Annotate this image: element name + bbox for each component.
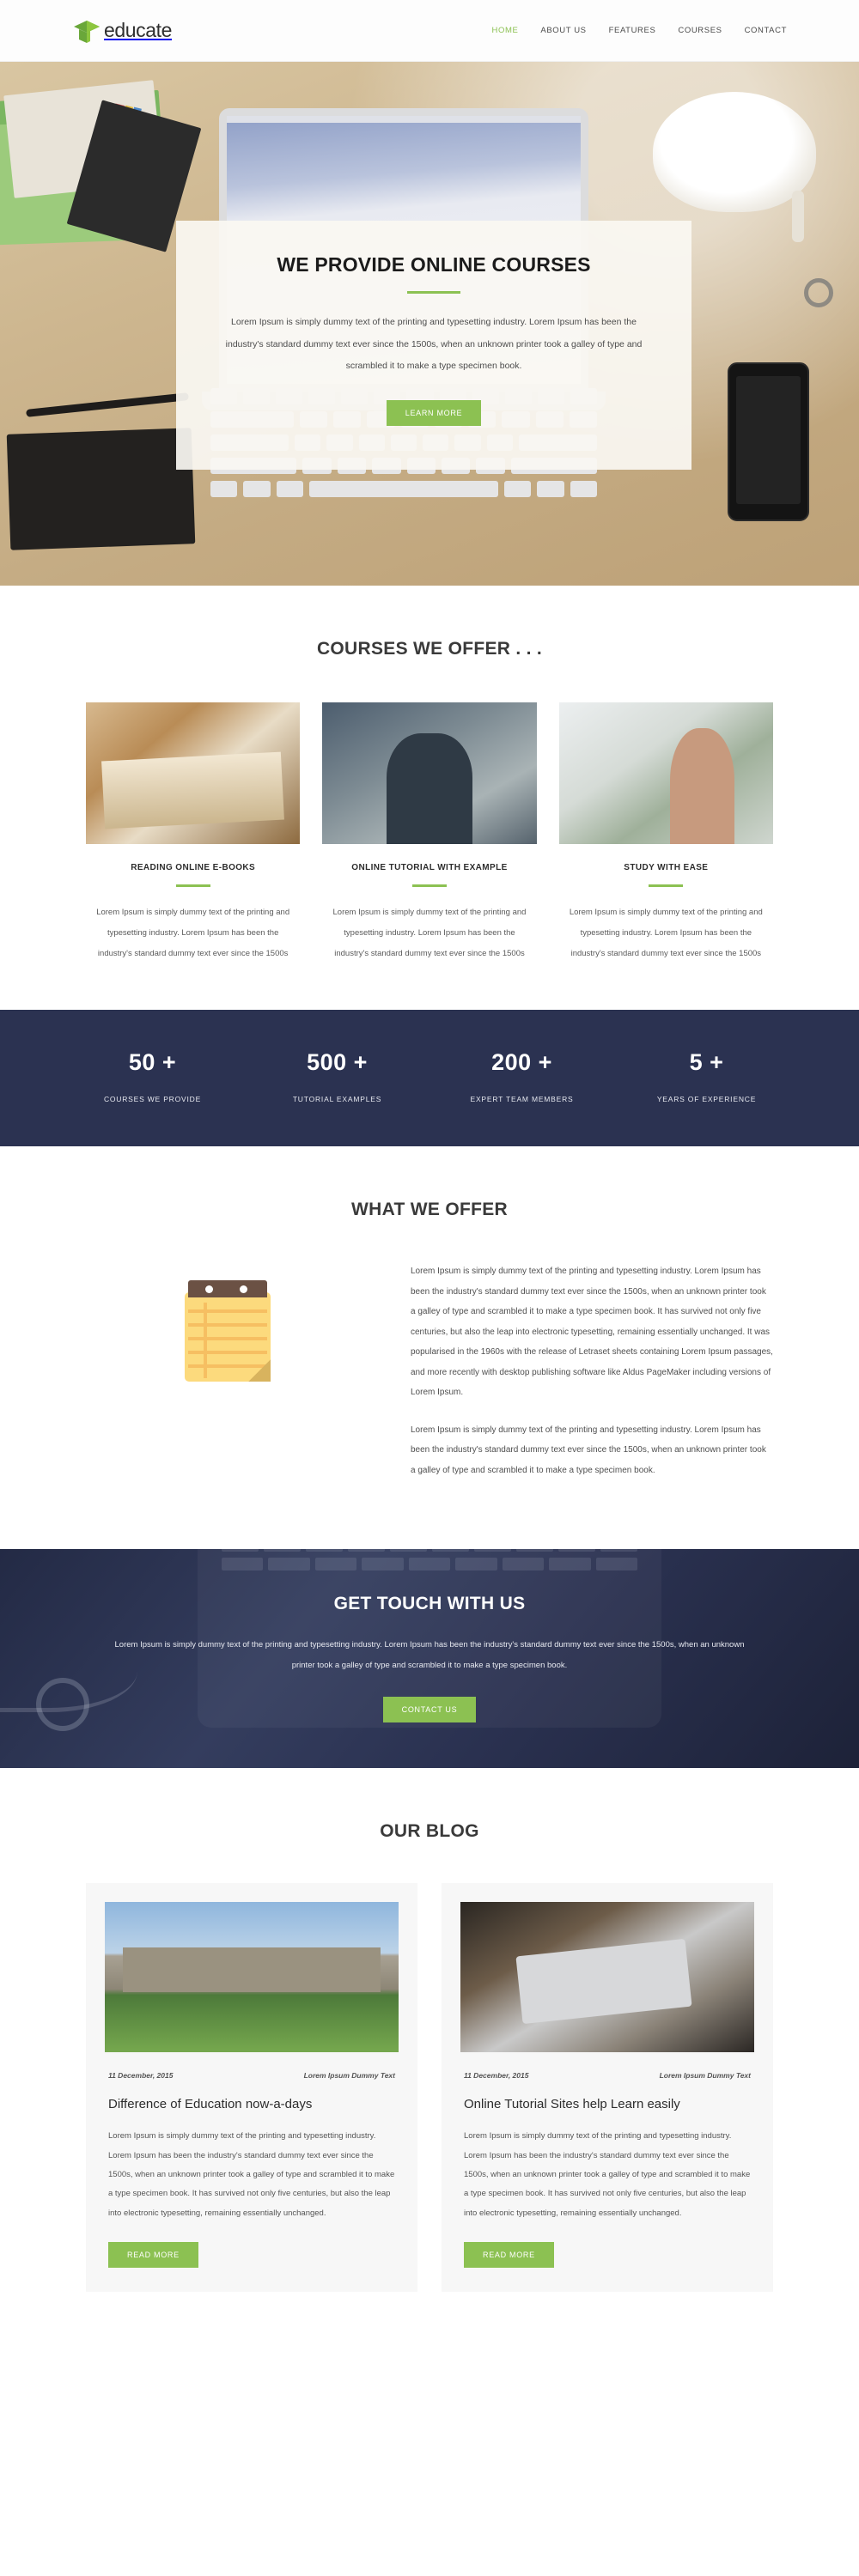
smartphone-object: [728, 362, 809, 521]
blog-post-meta: 11 December, 2015 Lorem Ipsum Dummy Text: [460, 2071, 754, 2080]
nav-item-courses[interactable]: COURSES: [678, 26, 722, 35]
stat-item: 50 + COURSES WE PROVIDE: [60, 1049, 245, 1103]
blog-post-title[interactable]: Difference of Education now-a-days: [105, 2097, 399, 2111]
read-more-button[interactable]: READ MORE: [108, 2241, 198, 2268]
blog-post-card[interactable]: 11 December, 2015 Lorem Ipsum Dummy Text…: [86, 1883, 417, 2292]
learn-more-button[interactable]: LEARN MORE: [386, 400, 482, 427]
blog-post-card[interactable]: 11 December, 2015 Lorem Ipsum Dummy Text…: [442, 1883, 773, 2292]
university-campus-photo: [105, 1902, 399, 2053]
hero-description: Lorem Ipsum is simply dummy text of the …: [225, 317, 643, 372]
offer-heading: WHAT WE OFFER: [351, 1200, 508, 1220]
notebook-object: [6, 428, 196, 550]
stat-number: 5 +: [689, 1049, 724, 1076]
course-card-divider: [649, 884, 684, 887]
stat-number: 50 +: [128, 1049, 177, 1076]
course-card-text: Lorem Ipsum is simply dummy text of the …: [96, 908, 290, 958]
blog-post-date: 11 December, 2015: [108, 2071, 174, 2081]
contact-content: GET TOUCH WITH US Lorem Ipsum is simply …: [0, 1549, 859, 1722]
offer-text-column: Lorem Ipsum is simply dummy text of the …: [411, 1261, 773, 1498]
graduation-cap-icon: [72, 16, 101, 46]
blog-post-text: Lorem Ipsum is simply dummy text of the …: [108, 2131, 395, 2218]
stat-label: YEARS OF EXPERIENCE: [656, 1095, 757, 1104]
course-card[interactable]: STUDY WITH EASE Lorem Ipsum is simply du…: [558, 702, 773, 963]
hero-section: WE PROVIDE ONLINE COURSES Lorem Ipsum is…: [0, 62, 859, 586]
nav-item-home[interactable]: HOME: [492, 26, 519, 35]
stat-label: COURSES WE PROVIDE: [103, 1095, 202, 1104]
contact-us-button[interactable]: CONTACT US: [382, 1696, 477, 1722]
blog-post-list: 11 December, 2015 Lorem Ipsum Dummy Text…: [0, 1842, 859, 2292]
nav-item-about-us[interactable]: ABOUT US: [540, 26, 586, 35]
course-card-divider: [175, 884, 210, 887]
stat-number: 200 +: [491, 1049, 552, 1076]
nav-item-features[interactable]: FEATURES: [609, 26, 656, 35]
notepad-icon: [185, 1280, 271, 1382]
blog-section: OUR BLOG 11 December, 2015 Lorem Ipsum D…: [0, 1768, 859, 2352]
course-card-divider: [411, 884, 447, 887]
blog-post-tag: Lorem Ipsum Dummy Text: [303, 2071, 395, 2081]
offer-paragraph: Lorem Ipsum is simply dummy text of the …: [411, 1425, 766, 1475]
lamp-arm: [792, 191, 804, 242]
course-card-title: READING ONLINE E-BOOKS: [131, 863, 256, 872]
stat-item: 200 + EXPERT TEAM MEMBERS: [430, 1049, 614, 1103]
blog-post-text: Lorem Ipsum is simply dummy text of the …: [464, 2131, 751, 2218]
contact-heading: GET TOUCH WITH US: [333, 1594, 526, 1614]
stat-item: 5 + YEARS OF EXPERIENCE: [614, 1049, 799, 1103]
stats-band: 50 + COURSES WE PROVIDE 500 + TUTORIAL E…: [0, 1010, 859, 1147]
offer-icon-column: [86, 1261, 369, 1382]
hero-title: WE PROVIDE ONLINE COURSES: [277, 253, 591, 276]
woman-reading-photo: [558, 702, 773, 844]
course-card[interactable]: READING ONLINE E-BOOKS Lorem Ipsum is si…: [86, 702, 301, 963]
student-at-desk-photo: [322, 702, 537, 844]
stat-item: 500 + TUTORIAL EXAMPLES: [245, 1049, 430, 1103]
stat-label: TUTORIAL EXAMPLES: [292, 1095, 382, 1104]
laptop-on-desk-photo: [460, 1902, 754, 2053]
courses-section: COURSES WE OFFER . . . READING ONLINE E-…: [0, 586, 859, 1011]
blog-post-title[interactable]: Online Tutorial Sites help Learn easily: [460, 2097, 754, 2111]
hero-content-card: WE PROVIDE ONLINE COURSES Lorem Ipsum is…: [176, 221, 691, 470]
course-card-text: Lorem Ipsum is simply dummy text of the …: [569, 908, 763, 958]
courses-card-list: READING ONLINE E-BOOKS Lorem Ipsum is si…: [0, 702, 859, 963]
offer-section: WHAT WE OFFER Lorem Ipsum is simply dumm…: [0, 1146, 859, 1550]
landing-page: educate HOME ABOUT US FEATURES COURSES C…: [0, 0, 859, 2352]
open-book-photo: [86, 702, 301, 844]
brand-logo[interactable]: educate: [72, 16, 172, 46]
site-header: educate HOME ABOUT US FEATURES COURSES C…: [0, 0, 859, 62]
course-card-text: Lorem Ipsum is simply dummy text of the …: [332, 908, 527, 958]
course-card-title: ONLINE TUTORIAL WITH EXAMPLE: [351, 863, 508, 872]
offer-paragraph: Lorem Ipsum is simply dummy text of the …: [411, 1267, 773, 1398]
stat-label: EXPERT TEAM MEMBERS: [470, 1095, 574, 1104]
contact-description: Lorem Ipsum is simply dummy text of the …: [114, 1640, 745, 1670]
hero-divider: [407, 291, 460, 294]
read-more-button[interactable]: READ MORE: [464, 2241, 554, 2268]
stat-number: 500 +: [307, 1049, 368, 1076]
brand-name: educate: [104, 19, 173, 41]
contact-section: GET TOUCH WITH US Lorem Ipsum is simply …: [0, 1549, 859, 1769]
blog-heading: OUR BLOG: [380, 1821, 479, 1842]
blog-post-tag: Lorem Ipsum Dummy Text: [659, 2071, 751, 2081]
courses-heading: COURSES WE OFFER . . .: [316, 639, 543, 659]
blog-post-meta: 11 December, 2015 Lorem Ipsum Dummy Text: [105, 2071, 399, 2080]
course-card[interactable]: ONLINE TUTORIAL WITH EXAMPLE Lorem Ipsum…: [322, 702, 537, 963]
main-nav: HOME ABOUT US FEATURES COURSES CONTACT: [492, 26, 788, 35]
nav-item-contact[interactable]: CONTACT: [745, 26, 787, 35]
offer-body: Lorem Ipsum is simply dummy text of the …: [0, 1220, 859, 1498]
blog-post-date: 11 December, 2015: [464, 2071, 529, 2081]
keys-object: [782, 278, 833, 319]
course-card-title: STUDY WITH EASE: [624, 863, 709, 872]
